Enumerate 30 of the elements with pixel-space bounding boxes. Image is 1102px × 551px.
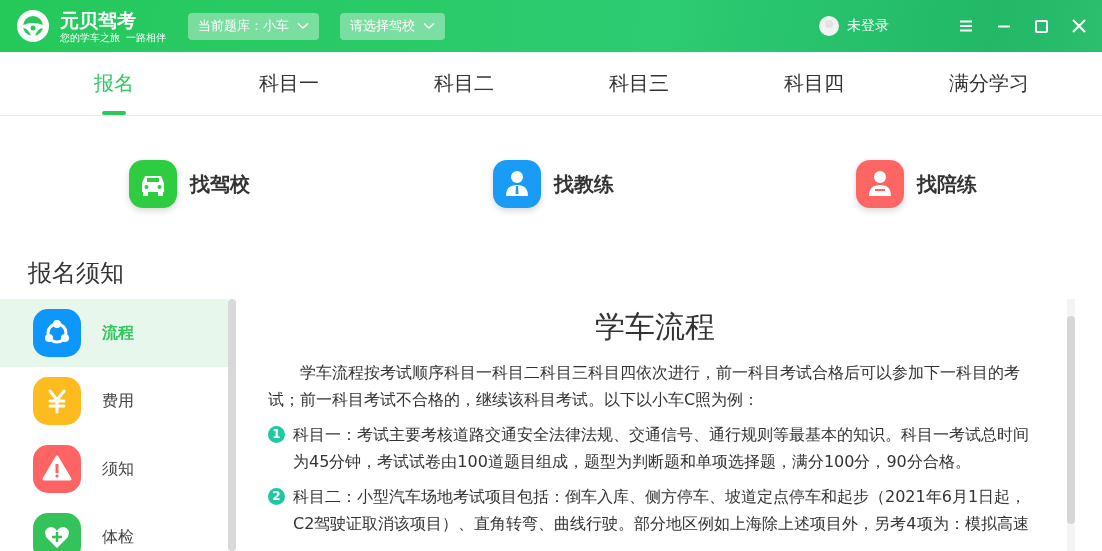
app-slogan: 您的学车之旅 一路相伴	[60, 30, 167, 44]
tab[interactable]: 科目四	[726, 52, 901, 115]
sidebar-item[interactable]: 须知	[0, 435, 228, 503]
maximize-icon[interactable]	[1035, 19, 1048, 33]
sidebar-item[interactable]: 费用	[0, 367, 228, 435]
tab[interactable]: 科目一	[201, 52, 376, 115]
tab[interactable]: 科目二	[376, 52, 551, 115]
tab[interactable]: 满分学习	[901, 52, 1076, 115]
feature-button[interactable]: 找陪练	[855, 158, 977, 210]
app-name: 元贝驾考	[60, 8, 137, 31]
avatar-icon[interactable]	[819, 16, 839, 36]
steering-wheel-icon	[16, 9, 50, 43]
scrollbar[interactable]	[1067, 299, 1075, 551]
article-title: 学车流程	[594, 309, 716, 345]
intro-paragraph: 学车流程按考试顺序科目一科目二科目三科目四依次进行，前一科目考试合格后可以参加下一科目的考试；前一科目考试不合格的，继续该科目考试。以下以小车C照为例：	[268, 362, 1021, 411]
menu-icon[interactable]	[959, 20, 973, 32]
sidebar-item[interactable]: 体检	[0, 503, 228, 551]
feature-button[interactable]: 找驾校	[128, 158, 250, 210]
step-number-badge: 2	[268, 488, 285, 505]
section-title: 报名须知	[28, 258, 125, 288]
tab[interactable]: 科目三	[551, 52, 726, 115]
step-number-badge: 1	[268, 426, 285, 443]
chevron-down-icon	[423, 22, 436, 30]
scrollbar[interactable]	[228, 299, 236, 551]
step-paragraph: 科目二：小型汽车场地考试项目包括：倒车入库、侧方停车、坡道定点停车和起步（2021年6月1日起，C2驾驶证取消该项目）、直角转弯、曲线行驶。部分地区例如上海除上述项目外，另考4项为：模拟高速	[293, 486, 1030, 535]
feature-button[interactable]: 找教练	[492, 158, 614, 210]
chevron-down-icon	[297, 22, 310, 30]
minimize-icon[interactable]	[997, 24, 1011, 28]
close-icon[interactable]	[1072, 19, 1086, 33]
step-paragraph: 科目一：考试主要考核道路交通安全法律法规、交通信号、通行规则等最基本的知识。科目一考试总时间为45分钟，考试试卷由100道题目组成，题型为判断题和单项选择题，满分100分，90分合格。	[293, 424, 1030, 473]
